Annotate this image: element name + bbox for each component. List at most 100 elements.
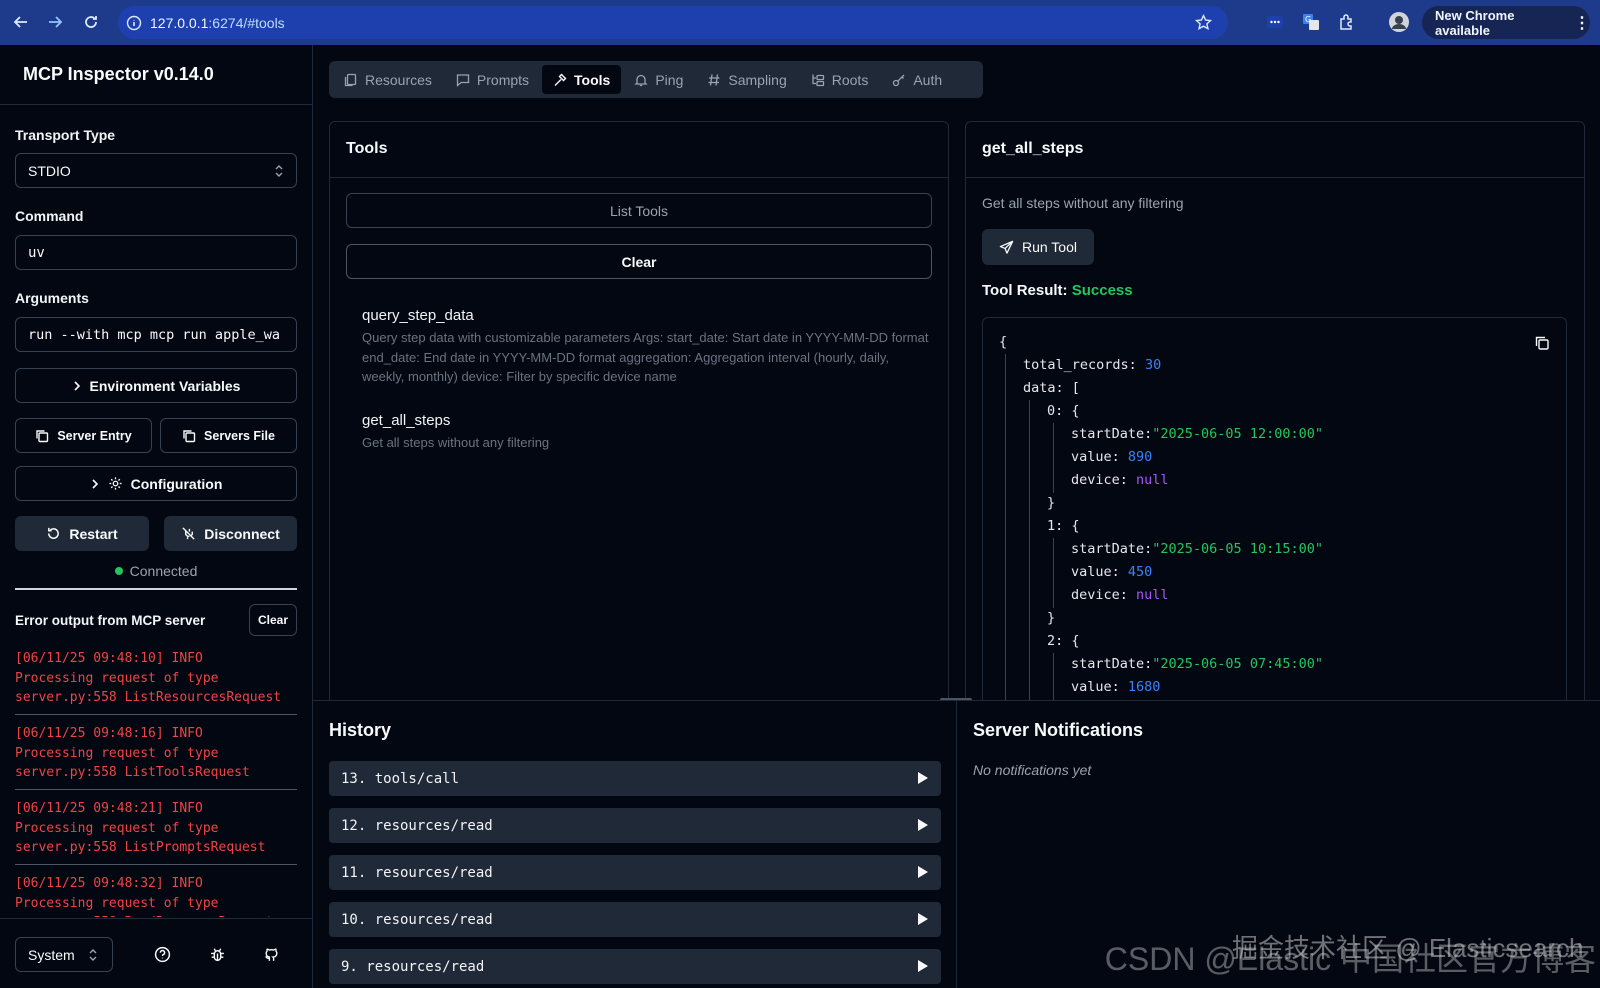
profile-avatar[interactable] [1388, 11, 1410, 33]
tab-resources[interactable]: Resources [333, 65, 443, 94]
extension-more-icon[interactable] [1266, 14, 1284, 30]
copy-icon [182, 429, 196, 443]
bookmark-star-icon[interactable] [1195, 14, 1212, 31]
json-line: 2: { [1047, 633, 1080, 649]
history-item-label: 9. resources/read [341, 958, 485, 975]
disconnect-label: Disconnect [204, 525, 280, 542]
more-vert-icon[interactable]: ⋮ [1574, 13, 1590, 33]
connection-status: Connected [15, 563, 297, 579]
address-bar[interactable]: 127.0.0.1:6274/#tools [118, 6, 1228, 39]
json-line: 1: { [1047, 518, 1080, 534]
history-title: History [329, 720, 392, 740]
settings-gear-icon [108, 476, 123, 491]
history-item[interactable]: 13. tools/call [329, 761, 941, 796]
transport-type-value: STDIO [28, 162, 71, 179]
tool-list-item[interactable]: get_all_steps Get all steps without any … [362, 412, 932, 453]
message-square-icon [456, 73, 470, 87]
github-icon[interactable] [263, 946, 280, 963]
tab-auth[interactable]: Auth [881, 65, 953, 94]
expand-play-icon[interactable] [917, 865, 929, 879]
disconnect-button[interactable]: Disconnect [164, 516, 297, 551]
json-result-viewer: { total_records: 30 data: [ 0: { startDa… [982, 317, 1567, 710]
arguments-input[interactable]: run --with mcp mcp run apple_wa [15, 317, 297, 352]
url-text: 127.0.0.1:6274/#tools [150, 14, 285, 31]
updown-chevron-icon [88, 948, 98, 962]
key-icon [892, 73, 906, 87]
tab-sampling[interactable]: Sampling [696, 65, 797, 94]
tab-tools[interactable]: Tools [542, 65, 622, 94]
reload-icon[interactable] [74, 5, 108, 39]
svg-text:G: G [1305, 15, 1311, 24]
divider [15, 588, 297, 590]
expand-play-icon[interactable] [917, 771, 929, 785]
folder-tree-icon [811, 73, 825, 87]
watermark-csdn: CSDN @Elastic 中国社区官方博客 [1104, 941, 1596, 977]
restart-icon [46, 526, 61, 541]
site-info-icon[interactable] [126, 15, 142, 31]
log-entry: [06/11/25 09:48:21] INFO Processing requ… [15, 799, 297, 865]
send-icon [999, 240, 1014, 255]
log-entry: [06/11/25 09:48:16] INFO Processing requ… [15, 724, 297, 790]
history-item[interactable]: 12. resources/read [329, 808, 941, 843]
tool-description: Query step data with customizable parame… [362, 330, 929, 384]
log-entry: [06/11/25 09:48:10] INFO Processing requ… [15, 649, 297, 715]
servers-file-button[interactable]: Servers File [160, 418, 297, 453]
history-item-label: 12. resources/read [341, 817, 493, 834]
forward-icon[interactable] [38, 5, 72, 39]
back-icon[interactable] [4, 5, 38, 39]
tool-description: Get all steps without any filtering [362, 435, 550, 450]
command-label: Command [15, 208, 84, 224]
history-item[interactable]: 11. resources/read [329, 855, 941, 890]
expand-play-icon[interactable] [917, 959, 929, 973]
configuration-button[interactable]: Configuration [15, 466, 297, 501]
bug-icon[interactable] [209, 946, 226, 963]
chrome-update-button[interactable]: New Chrome available ⋮ [1422, 6, 1590, 39]
chevron-right-icon [72, 380, 82, 392]
server-entry-button[interactable]: Server Entry [15, 418, 152, 453]
command-input[interactable]: uv [15, 235, 297, 270]
list-tools-button[interactable]: List Tools [346, 193, 932, 228]
json-line: 0: { [1047, 403, 1080, 419]
tool-detail-description: Get all steps without any filtering [982, 195, 1184, 211]
json-line: data: [ [1023, 380, 1080, 396]
theme-select[interactable]: System [15, 937, 113, 972]
tool-list-item[interactable]: query_step_data Query step data with cus… [362, 307, 932, 387]
expand-play-icon[interactable] [917, 912, 929, 926]
clear-tools-button[interactable]: Clear [346, 244, 932, 279]
history-item[interactable]: 9. resources/read [329, 949, 941, 984]
translate-icon[interactable]: G [1302, 13, 1320, 31]
files-icon [344, 73, 358, 87]
json-line: } [1047, 495, 1056, 511]
tool-name: query_step_data [362, 307, 474, 324]
history-item[interactable]: 10. resources/read [329, 902, 941, 937]
tool-result-heading: Tool Result: Success [982, 282, 1133, 299]
history-panel: History 13. tools/call 12. resources/rea… [313, 700, 957, 988]
help-circle-icon[interactable] [154, 946, 171, 963]
hash-icon [707, 73, 721, 87]
configuration-label: Configuration [130, 475, 223, 492]
environment-variables-button[interactable]: Environment Variables [15, 368, 297, 403]
history-item-label: 10. resources/read [341, 911, 493, 928]
copy-icon [35, 429, 49, 443]
copy-result-icon[interactable] [1534, 335, 1550, 351]
tool-detail-panel: get_all_steps Get all steps without any … [965, 121, 1585, 711]
json-line: } [1047, 610, 1056, 626]
extensions-icon[interactable] [1338, 13, 1356, 31]
error-clear-button[interactable]: Clear [249, 604, 297, 636]
run-tool-button[interactable]: Run Tool [982, 229, 1094, 265]
tab-prompts[interactable]: Prompts [445, 65, 540, 94]
tab-ping[interactable]: Ping [623, 65, 694, 94]
expand-play-icon[interactable] [917, 818, 929, 832]
tools-panel-title: Tools [330, 122, 948, 178]
json-line: device: null [1071, 472, 1169, 488]
json-line: startDate:"2025-06-05 10:15:00" [1071, 541, 1323, 557]
json-indent-guide [1053, 538, 1054, 608]
tab-roots[interactable]: Roots [800, 65, 880, 94]
browser-toolbar: 127.0.0.1:6274/#tools G New Chrome avail… [0, 0, 1600, 45]
json-line: value: 450 [1071, 564, 1153, 580]
theme-select-value: System [28, 946, 75, 963]
restart-button[interactable]: Restart [15, 516, 149, 551]
transport-type-select[interactable]: STDIO [15, 153, 297, 188]
environment-variables-label: Environment Variables [89, 377, 241, 394]
status-dot [114, 567, 123, 575]
